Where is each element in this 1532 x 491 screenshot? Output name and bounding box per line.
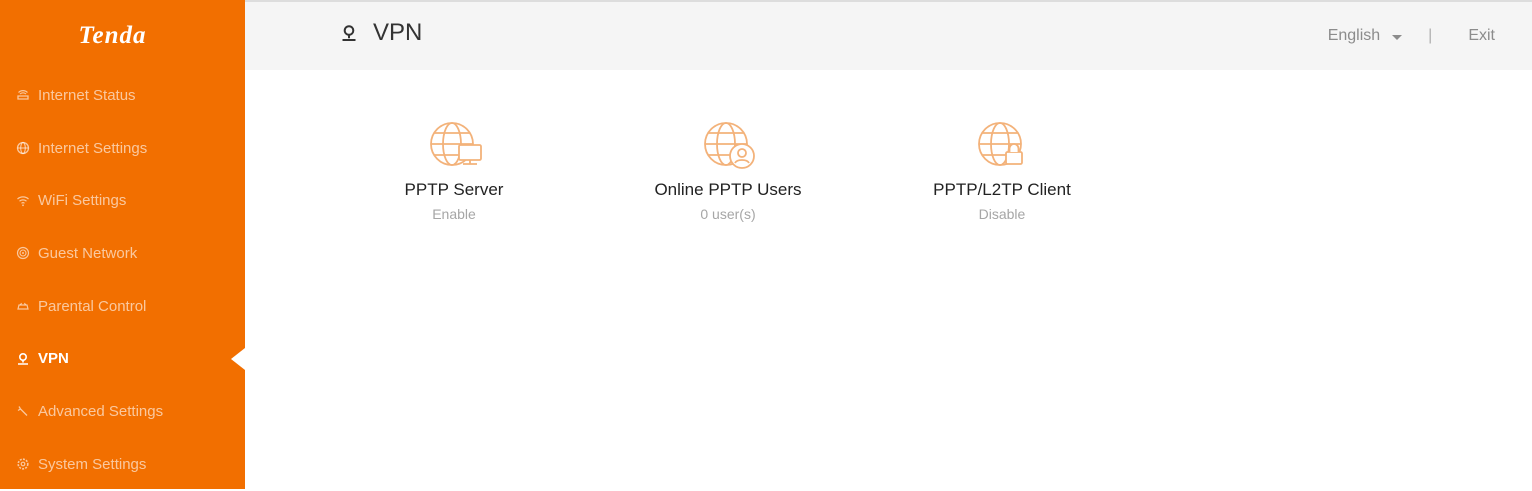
sidebar-item-label: Parental Control: [38, 297, 147, 315]
wrench-icon: [16, 404, 30, 418]
language-select[interactable]: English: [1327, 27, 1403, 45]
language-label: English: [1327, 27, 1381, 44]
tenda-logo: Tenda: [78, 22, 147, 49]
parental-control-icon: [16, 299, 30, 313]
exit-link[interactable]: Exit: [1468, 27, 1495, 45]
gear-icon: [16, 457, 30, 471]
globe-icon: [16, 141, 30, 155]
sidebar-item-label: Internet Status: [38, 86, 136, 104]
sidebar-item-wifi-settings[interactable]: WiFi Settings: [0, 174, 245, 227]
sidebar-nav: Internet Status Internet Settings WiFi S…: [0, 69, 245, 491]
sidebar-item-system-settings[interactable]: System Settings: [0, 438, 245, 491]
sidebar-item-label: VPN: [38, 350, 69, 368]
sidebar-item-internet-settings[interactable]: Internet Settings: [0, 122, 245, 175]
sidebar-item-parental-control[interactable]: Parental Control: [0, 280, 245, 333]
vpn-icon: [16, 352, 30, 366]
sidebar: Tenda Internet Status Internet Settings …: [0, 0, 245, 489]
online-pptp-users-card[interactable]: Online PPTP Users 0 user(s): [646, 118, 810, 222]
globe-monitor-icon: [421, 118, 487, 176]
card-status: Enable: [432, 206, 476, 222]
card-title: PPTP Server: [404, 180, 504, 199]
card-title: Online PPTP Users: [654, 180, 802, 199]
card-status: Disable: [978, 206, 1026, 222]
wifi-icon: [16, 194, 30, 208]
sidebar-item-advanced-settings[interactable]: Advanced Settings: [0, 385, 245, 438]
sidebar-item-vpn[interactable]: VPN: [0, 332, 245, 385]
page-header: VPN English | Exit: [245, 0, 1532, 70]
vpn-cards: PPTP Server Enable Online PPTP Users 0 u…: [372, 118, 1194, 222]
vpn-icon: [339, 23, 359, 43]
page-title-text: VPN: [373, 19, 423, 46]
router-icon: [16, 88, 30, 102]
card-title: PPTP/L2TP Client: [933, 180, 1071, 199]
globe-user-icon: [695, 118, 761, 176]
pptp-l2tp-client-card[interactable]: PPTP/L2TP Client Disable: [920, 118, 1084, 222]
sidebar-item-label: Advanced Settings: [38, 402, 164, 420]
card-status: 0 user(s): [700, 206, 756, 222]
chevron-down-icon: [1392, 34, 1403, 40]
sidebar-item-label: Guest Network: [38, 244, 138, 262]
sidebar-item-label: WiFi Settings: [38, 192, 127, 210]
page-title: VPN: [339, 19, 422, 47]
globe-lock-icon: [969, 118, 1035, 176]
sidebar-item-label: Internet Settings: [38, 139, 148, 157]
header-actions: English | Exit: [1328, 27, 1495, 45]
header-separator: |: [1428, 27, 1433, 44]
pptp-server-card[interactable]: PPTP Server Enable: [372, 118, 536, 222]
sidebar-item-guest-network[interactable]: Guest Network: [0, 227, 245, 280]
guest-network-icon: [16, 246, 30, 260]
sidebar-item-internet-status[interactable]: Internet Status: [0, 69, 245, 122]
sidebar-item-label: System Settings: [38, 455, 147, 473]
